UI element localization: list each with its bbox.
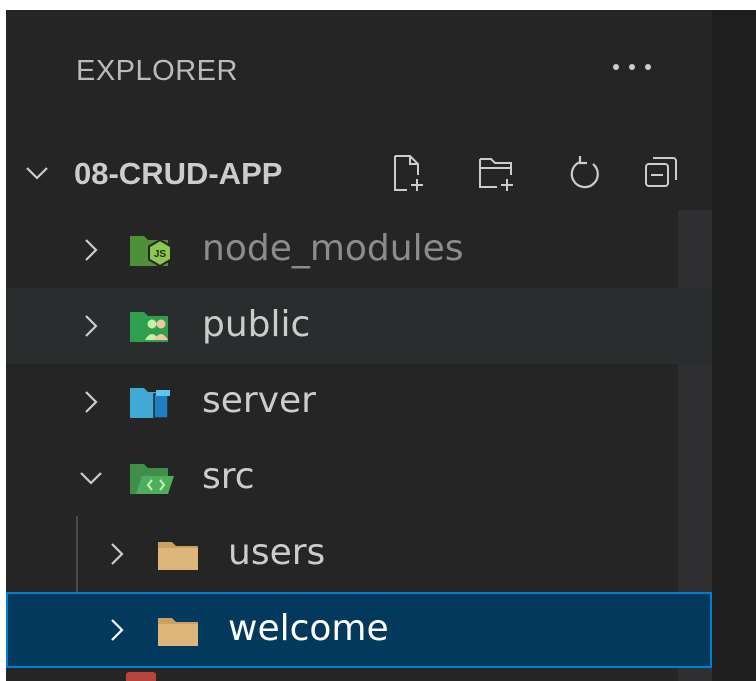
chevron-right-icon [85, 315, 98, 337]
chevron-right-icon [85, 239, 98, 261]
chevron-right-icon [111, 543, 124, 565]
tree-item-label: src [202, 456, 255, 497]
new-folder-button[interactable] [472, 148, 522, 198]
more-actions-button[interactable] [602, 42, 662, 92]
editor-area [712, 10, 756, 681]
tree-item-label: users [228, 532, 326, 573]
explorer-sidebar: EXPLORER 08-CRUD-APP JS node_modules pub… [6, 10, 712, 681]
collapse-all-icon [645, 157, 677, 187]
tree-item-server[interactable]: server [6, 364, 712, 440]
server-folder-icon [130, 388, 170, 419]
chevron-right-icon [111, 619, 124, 641]
tree-item-users[interactable]: users [6, 516, 712, 592]
project-name: 08-CRUD-APP [74, 156, 283, 191]
folder-icon [158, 618, 198, 646]
new-file-icon [394, 155, 423, 191]
folder-icon [158, 542, 198, 570]
vscode-window: EXPLORER 08-CRUD-APP JS node_modules pub… [6, 10, 756, 681]
chevron-right-icon [85, 391, 98, 413]
svg-text:JS: JS [154, 249, 167, 260]
tree-item-welcome[interactable]: welcome [6, 592, 712, 668]
chevron-down-icon [26, 167, 48, 180]
nodejs-folder-icon: JS [130, 236, 172, 268]
file-icon-peek [126, 672, 156, 681]
tree-item-public[interactable]: public [6, 288, 712, 364]
tree-item-node-modules[interactable]: JS node_modules [6, 212, 712, 288]
tree-item-label: welcome [228, 608, 389, 649]
tree-item-label: server [202, 380, 316, 421]
project-header[interactable]: 08-CRUD-APP [6, 142, 712, 204]
tree-item-label: public [202, 304, 311, 345]
src-folder-icon [130, 464, 174, 494]
explorer-title: EXPLORER [76, 55, 238, 87]
tree-item-label: node_modules [202, 228, 464, 269]
public-folder-icon [130, 312, 168, 342]
explorer-header: EXPLORER [6, 10, 712, 130]
refresh-button[interactable] [560, 148, 610, 198]
collapse-all-button[interactable] [636, 148, 686, 198]
new-folder-icon [479, 158, 513, 191]
refresh-icon [570, 156, 599, 189]
chevron-down-icon [80, 472, 102, 485]
tree-item-src[interactable]: src [6, 440, 712, 516]
ellipsis-icon [613, 64, 651, 70]
new-file-button[interactable] [384, 148, 434, 198]
